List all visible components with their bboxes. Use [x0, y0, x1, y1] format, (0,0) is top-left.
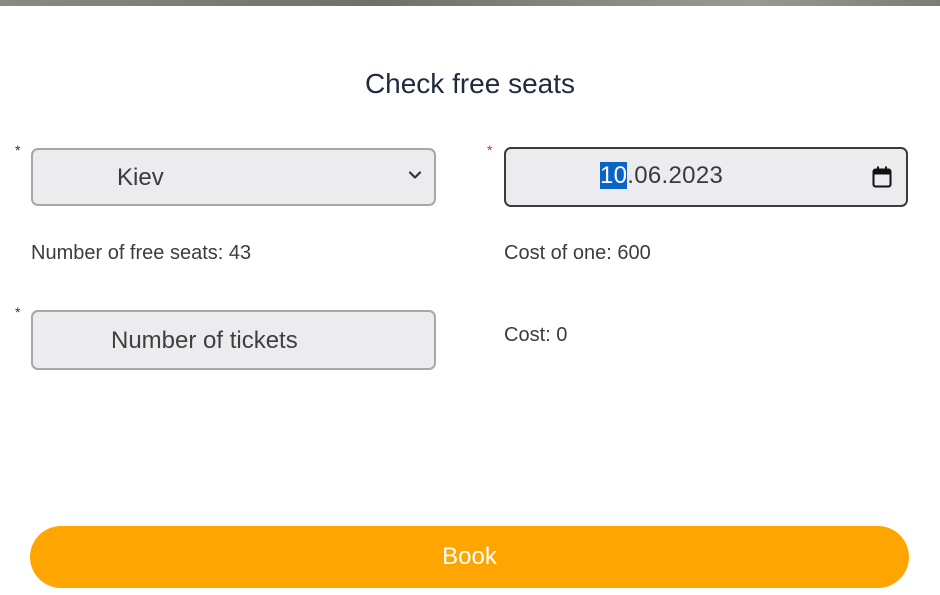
city-select-value: Kiev [117, 164, 164, 191]
free-seats-text: Number of free seats: 43 [31, 242, 252, 264]
book-button[interactable]: Book [30, 526, 909, 588]
date-rest-segment[interactable]: .06.2023 [627, 162, 723, 189]
date-input[interactable]: 10.06.2023 [504, 147, 908, 207]
cost-of-one-text: Cost of one: 600 [504, 242, 651, 264]
chevron-down-icon [408, 171, 422, 179]
tickets-input-placeholder: Number of tickets [111, 327, 298, 354]
calendar-icon[interactable] [872, 166, 892, 188]
date-day-segment[interactable]: 10 [600, 162, 628, 189]
booking-modal: Check free seats * Kiev * 10.06.2023 Num… [0, 6, 940, 595]
modal-title: Check free seats [364, 68, 576, 99]
required-marker-city: * [15, 142, 21, 158]
date-value: 10.06.2023 [600, 162, 723, 190]
tickets-input[interactable]: Number of tickets [31, 310, 436, 370]
total-cost-text: Cost: 0 [504, 324, 568, 346]
city-select[interactable]: Kiev [31, 148, 436, 206]
required-marker-tickets: * [15, 304, 21, 320]
required-marker-date: * [487, 142, 493, 158]
